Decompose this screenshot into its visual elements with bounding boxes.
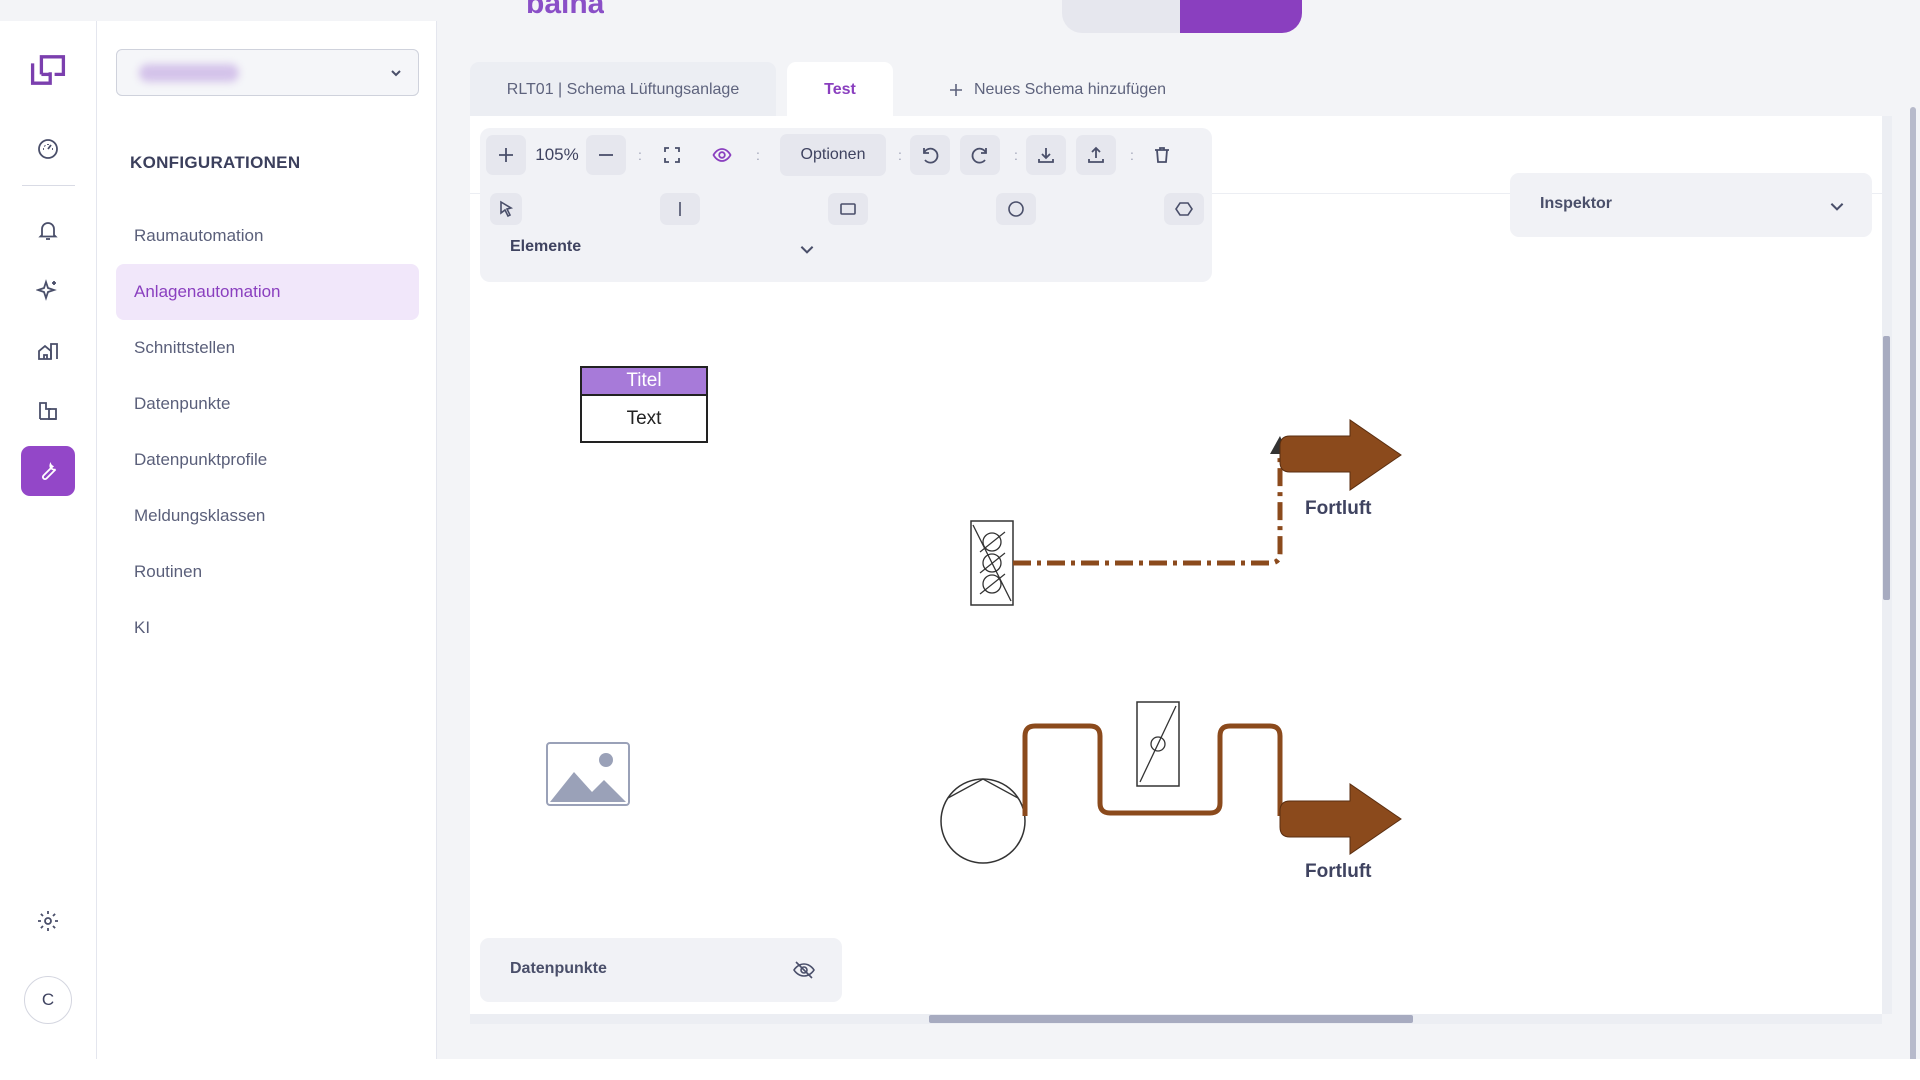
gear-icon[interactable] <box>21 896 75 946</box>
circle-tool-button[interactable] <box>996 193 1036 225</box>
exhaust-duct-dashed <box>1013 454 1283 566</box>
top-toggle[interactable] <box>1062 0 1302 33</box>
sidebar-item-raumautomation[interactable]: Raumautomation <box>116 208 419 264</box>
upload-icon <box>1088 146 1104 163</box>
brand-text: baina <box>526 0 605 20</box>
editor-toolbar: 105% : : Optionen : :: Elemente <box>480 128 1212 282</box>
sidebar-item-ki[interactable]: KI <box>116 600 419 656</box>
fortluft-arrow-bottom <box>1279 783 1402 855</box>
site-select-value-redacted <box>139 64 239 82</box>
tab-test[interactable]: Test <box>787 62 893 118</box>
download-icon <box>1038 148 1054 163</box>
sidebar-item-datenpunkte[interactable]: Datenpunkte <box>116 376 419 432</box>
page-scrollbar[interactable] <box>1904 21 1920 1067</box>
download-button[interactable] <box>1026 135 1066 175</box>
circle-icon <box>1008 201 1024 217</box>
tab-rlt01[interactable]: RLT01 | Schema Lüftungsanlage <box>470 62 776 118</box>
rectangle-icon <box>840 203 856 215</box>
elements-dropdown-label[interactable]: Elemente <box>510 238 581 256</box>
title-box-title: Titel <box>582 368 706 396</box>
preview-toggle-button[interactable] <box>702 135 742 175</box>
sidebar-item-routinen[interactable]: Routinen <box>116 544 419 600</box>
line-tool-button[interactable] <box>660 193 700 225</box>
datapoints-label: Datenpunkte <box>510 960 607 977</box>
delete-button[interactable] <box>1142 135 1182 175</box>
sidebar-item-schnittstellen[interactable]: Schnittstellen <box>116 320 419 376</box>
top-strip <box>0 0 1920 21</box>
cursor-icon <box>500 200 514 218</box>
datapoints-panel[interactable]: Datenpunkte <box>480 938 842 1002</box>
zoom-out-button[interactable] <box>586 135 626 175</box>
trash-icon <box>1155 147 1169 163</box>
schema-canvas[interactable]: Fortluft Fortluft Titel Text 105% :: Op… <box>470 116 1882 1014</box>
zoom-in-button[interactable] <box>486 135 526 175</box>
line-icon <box>679 202 681 216</box>
fan-symbol[interactable] <box>940 778 1026 864</box>
section-title: KONFIGURATIONEN <box>130 153 301 172</box>
vertical-scrollbar[interactable] <box>1882 116 1892 1014</box>
upload-button[interactable] <box>1076 135 1116 175</box>
scrollbar-thumb[interactable] <box>1883 336 1890 600</box>
undo-icon <box>923 147 939 164</box>
toolbar-separator: : <box>1014 147 1018 163</box>
inspector-panel[interactable]: Inspektor <box>1510 173 1872 237</box>
bell-icon[interactable] <box>21 205 75 255</box>
top-toggle-right[interactable] <box>1180 0 1302 33</box>
sidebar-item-anlagenautomation[interactable]: Anlagenautomation <box>116 264 419 320</box>
horizontal-scrollbar[interactable] <box>470 1014 1882 1024</box>
wrench-icon[interactable] <box>21 446 75 496</box>
fullscreen-button[interactable] <box>652 135 692 175</box>
dashboard-icon[interactable] <box>21 124 75 174</box>
fullscreen-icon <box>664 147 680 163</box>
plus-icon <box>499 148 513 162</box>
image-placeholder-icon[interactable] <box>546 742 630 806</box>
plus-icon <box>949 84 962 96</box>
hexagon-tool-button[interactable] <box>1164 193 1204 225</box>
fortluft-label-top[interactable]: Fortluft <box>1305 498 1371 520</box>
fan-array-symbol[interactable] <box>970 520 1014 606</box>
fortluft-arrow-top <box>1279 419 1402 491</box>
sidebar-item-datenpunktprofile[interactable]: Datenpunktprofile <box>116 432 419 488</box>
chevron-down-icon <box>391 70 401 77</box>
hexagon-icon <box>1175 202 1193 216</box>
eye-off-icon[interactable] <box>792 958 816 982</box>
add-schema-label: Neues Schema hinzufügen <box>973 81 1167 98</box>
avatar[interactable]: C <box>24 976 72 1024</box>
undo-button[interactable] <box>910 135 950 175</box>
sidebar-item-meldungsklassen[interactable]: Meldungsklassen <box>116 488 419 544</box>
minus-icon <box>599 154 613 156</box>
toolbar-separator: : <box>638 147 642 163</box>
inspector-label: Inspektor <box>1540 195 1613 212</box>
zoom-level: 105% <box>535 145 579 164</box>
toolbar-separator: : <box>898 147 902 163</box>
select-tool-button[interactable] <box>490 193 522 225</box>
eye-icon <box>712 148 732 162</box>
fortluft-label-bottom[interactable]: Fortluft <box>1305 861 1371 883</box>
chevron-down-icon <box>1830 203 1844 211</box>
bottom-strip <box>0 1059 1920 1080</box>
rail-divider <box>22 185 75 186</box>
title-text-box[interactable]: Titel Text <box>580 366 708 443</box>
scrollbar-thumb[interactable] <box>929 1015 1413 1023</box>
options-button[interactable]: Optionen <box>780 134 886 176</box>
schema-workspace: RLT01 | Schema Lüftungsanlage Test Neues… <box>437 21 1920 1059</box>
add-schema-tab[interactable]: Neues Schema hinzufügen <box>937 62 1177 118</box>
redo-icon <box>971 147 987 164</box>
chevron-down-icon[interactable] <box>798 240 816 258</box>
title-box-text: Text <box>626 407 662 429</box>
toolbar-separator: : <box>756 147 760 163</box>
icon-rail <box>0 21 97 1059</box>
config-sidebar: KONFIGURATIONEN Raumautomation Anlagenau… <box>97 21 437 1059</box>
sparkle-icon[interactable] <box>21 265 75 315</box>
building-icon[interactable] <box>21 326 75 376</box>
rectangle-tool-button[interactable] <box>828 193 868 225</box>
scrollbar-thumb[interactable] <box>1910 107 1916 1067</box>
redo-button[interactable] <box>960 135 1000 175</box>
site-select[interactable] <box>116 49 419 96</box>
floorplan-icon[interactable] <box>21 386 75 436</box>
toolbar-separator: : <box>1130 147 1134 163</box>
logo-icon[interactable] <box>21 45 75 95</box>
top-toggle-left[interactable] <box>1062 0 1180 33</box>
damper-symbol[interactable] <box>1136 701 1180 787</box>
